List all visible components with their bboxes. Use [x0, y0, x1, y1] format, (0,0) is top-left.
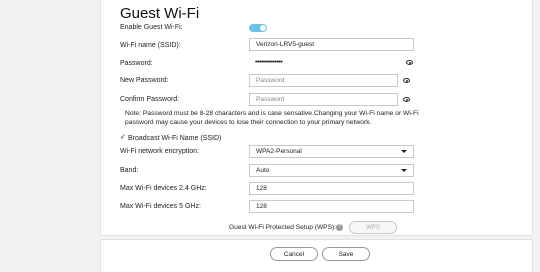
encryption-label: Wi-Fi network encryption:	[120, 148, 199, 155]
max-devices-5-label: Max Wi-Fi devices 5 GHz:	[120, 203, 201, 210]
broadcast-label: Broadcast Wi-Fi Name (SSID)	[128, 135, 222, 142]
password-label: Password:	[120, 60, 153, 67]
max-devices-5-input[interactable]: 128	[249, 200, 414, 213]
chevron-down-icon	[401, 169, 407, 172]
enable-guest-wifi-toggle[interactable]	[249, 24, 267, 32]
page-title: Guest Wi-Fi	[120, 5, 200, 22]
toggle-knob	[260, 25, 266, 31]
help-icon[interactable]: ?	[336, 224, 343, 231]
cancel-button[interactable]: Cancel	[270, 247, 318, 261]
encryption-select[interactable]: WPA2-Personal	[249, 145, 414, 158]
guest-wifi-panel: Guest Wi-Fi Enable Guest Wi-Fi: Wi-Fi na…	[100, 0, 533, 236]
band-value: Auto	[256, 167, 270, 174]
ssid-label: Wi-Fi name (SSID):	[120, 42, 181, 49]
ssid-input[interactable]: Verizon-LRV5-guest	[249, 38, 414, 51]
broadcast-checkbox[interactable]: ✓	[120, 134, 126, 141]
eye-icon	[403, 97, 410, 102]
enable-guest-wifi-label: Enable Guest Wi-Fi:	[120, 24, 183, 31]
confirm-password-eye-button[interactable]	[397, 93, 414, 106]
chevron-down-icon	[401, 150, 407, 153]
wps-label: Guest Wi-Fi Protected Setup (WPS):	[229, 224, 336, 231]
band-label: Band:	[120, 167, 139, 174]
show-password-icon[interactable]	[406, 60, 413, 65]
wps-button[interactable]: WPS	[349, 221, 397, 234]
confirm-password-label: Confirm Password:	[120, 96, 180, 103]
confirm-password-input[interactable]: Password	[249, 93, 414, 106]
password-display: ••••••••••••••	[249, 57, 414, 70]
max-devices-24-label: Max Wi-Fi devices 2.4 GHz:	[120, 185, 207, 192]
band-select[interactable]: Auto	[249, 164, 414, 177]
save-button[interactable]: Save	[322, 247, 370, 261]
max-devices-24-input[interactable]: 128	[249, 182, 414, 195]
password-note: Note: Password must be 8-28 characters a…	[125, 110, 419, 126]
new-password-eye-button[interactable]	[397, 74, 414, 87]
new-password-label: New Password:	[120, 77, 169, 84]
new-password-input[interactable]: Password	[249, 74, 414, 87]
encryption-value: WPA2-Personal	[256, 148, 302, 155]
eye-icon	[403, 78, 410, 83]
